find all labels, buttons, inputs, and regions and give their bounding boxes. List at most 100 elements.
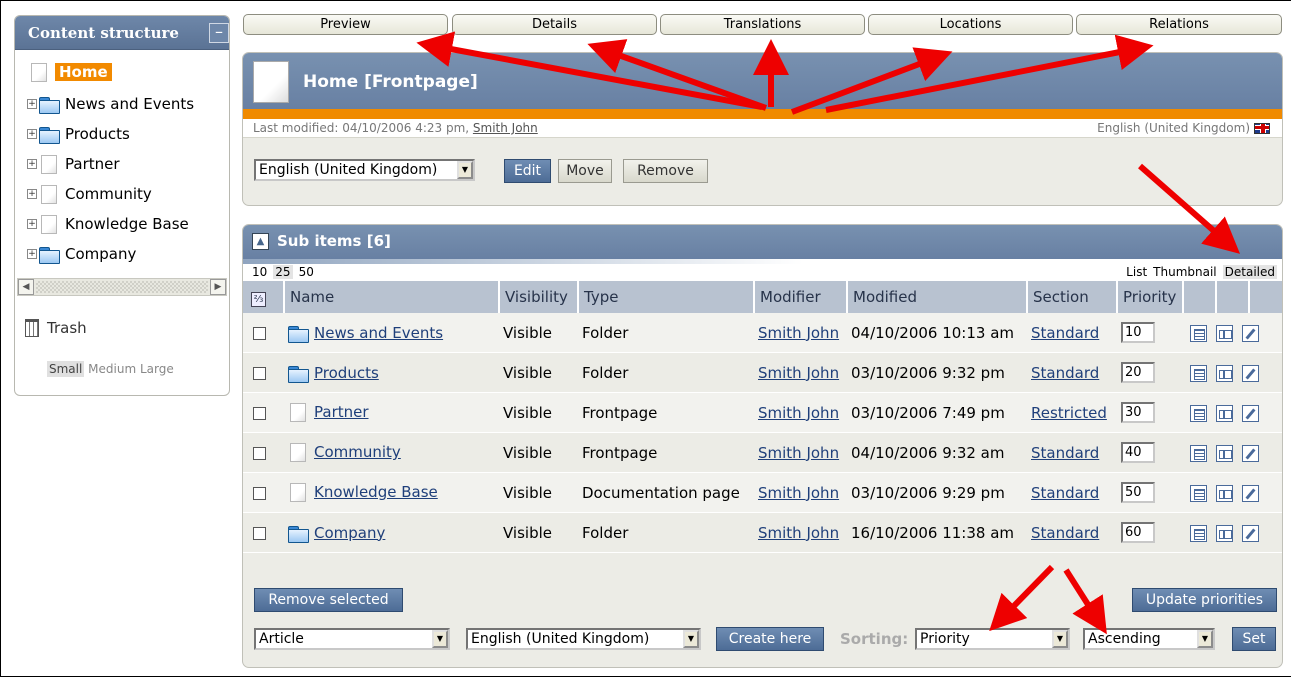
trash-link[interactable]: Trash [25,319,87,337]
tree-item-label[interactable]: Home [55,63,112,81]
edit-icon[interactable] [1242,524,1259,542]
tree-item-label[interactable]: Knowledge Base [65,215,189,233]
tree-item[interactable]: + Community [27,182,152,206]
chevron-down-icon[interactable]: ▼ [1052,630,1068,648]
section-link[interactable]: Standard [1031,324,1099,342]
section-link[interactable]: Restricted [1031,404,1107,422]
tree-item-label[interactable]: Company [65,245,136,263]
tree-item[interactable]: + Company [27,242,136,266]
move-icon[interactable] [1216,444,1233,462]
move-icon[interactable] [1216,524,1233,542]
row-select[interactable] [243,473,283,513]
priority-input[interactable]: 20 [1121,362,1155,383]
tab-translations[interactable]: Translations [660,14,865,35]
chevron-down-icon[interactable]: ▼ [457,161,473,179]
item-link[interactable]: Knowledge Base [314,483,438,501]
modifier-link[interactable]: Smith John [758,444,839,462]
tree-item[interactable]: + Products [27,122,130,146]
row-checkbox[interactable] [253,366,266,380]
expand-icon[interactable]: + [27,249,37,259]
chevron-down-icon[interactable]: ▼ [432,630,448,648]
move-icon[interactable] [1216,404,1233,422]
priority-input[interactable]: 30 [1121,402,1155,423]
copy-icon[interactable] [1190,324,1207,342]
edit-icon[interactable] [1242,324,1259,342]
size-large[interactable]: Large [140,362,174,376]
size-small[interactable]: Small [47,361,85,377]
tab-preview[interactable]: Preview [243,14,448,35]
collapse-button[interactable]: – [209,23,229,43]
tree-item-label[interactable]: Products [65,125,130,143]
move-icon[interactable] [1216,324,1233,342]
copy-icon[interactable] [1190,364,1207,382]
modifier-link[interactable]: Smith John [758,364,839,382]
tree-item[interactable]: + News and Events [27,92,194,116]
page-size-50[interactable]: 50 [299,265,314,279]
tree-item-label[interactable]: Partner [65,155,120,173]
row-select[interactable] [243,353,283,393]
section-link[interactable]: Standard [1031,444,1099,462]
row-checkbox[interactable] [253,446,266,460]
row-select[interactable] [243,513,283,553]
edit-icon[interactable] [1242,444,1259,462]
tree-item-label[interactable]: News and Events [65,95,194,113]
modifier-link[interactable]: Smith John [473,121,538,135]
item-link[interactable]: Community [314,443,401,461]
item-link[interactable]: Company [314,524,385,542]
move-icon[interactable] [1216,484,1233,502]
section-link[interactable]: Standard [1031,364,1099,382]
class-select[interactable]: Article ▼ [254,628,450,650]
section-link[interactable]: Standard [1031,484,1099,502]
edit-icon[interactable] [1242,484,1259,502]
copy-icon[interactable] [1190,484,1207,502]
item-link[interactable]: Products [314,364,379,382]
tab-locations[interactable]: Locations [868,14,1073,35]
section-link[interactable]: Standard [1031,524,1099,542]
expand-icon[interactable]: + [27,219,37,229]
scroll-track[interactable] [36,281,208,293]
scroll-left-icon[interactable]: ◀ [18,279,34,295]
modifier-link[interactable]: Smith John [758,484,839,502]
scroll-right-icon[interactable]: ▶ [210,279,226,295]
create-language-select[interactable]: English (United Kingdom) ▼ [466,628,701,650]
tab-details[interactable]: Details [452,14,657,35]
view-list[interactable]: List [1126,265,1147,279]
priority-input[interactable]: 10 [1121,322,1155,343]
move-icon[interactable] [1216,364,1233,382]
copy-icon[interactable] [1190,524,1207,542]
invert-selection-icon[interactable]: ⅔ [251,291,266,307]
item-link[interactable]: News and Events [314,324,443,342]
set-sorting-button[interactable]: Set [1232,627,1276,651]
sort-order-select[interactable]: Ascending ▼ [1083,628,1215,650]
tab-relations[interactable]: Relations [1076,14,1282,35]
edit-icon[interactable] [1242,364,1259,382]
priority-input[interactable]: 40 [1121,442,1155,463]
sort-field-select[interactable]: Priority ▼ [915,628,1070,650]
remove-selected-button[interactable]: Remove selected [254,588,403,612]
page-size-25[interactable]: 25 [273,265,293,279]
priority-input[interactable]: 60 [1121,522,1155,543]
row-checkbox[interactable] [253,326,266,340]
edit-button[interactable]: Edit [504,159,551,183]
view-detailed[interactable]: Detailed [1222,265,1277,279]
move-button[interactable]: Move [558,159,612,183]
trash-label[interactable]: Trash [47,319,87,337]
modifier-link[interactable]: Smith John [758,524,839,542]
row-checkbox[interactable] [253,486,266,500]
chevron-down-icon[interactable]: ▼ [683,630,699,648]
modifier-link[interactable]: Smith John [758,404,839,422]
horizontal-scrollbar[interactable]: ◀ ▶ [17,278,227,296]
col-toggle[interactable]: ⅔ [243,281,283,313]
tree-item[interactable]: + Knowledge Base [27,212,189,236]
item-link[interactable]: Partner [314,403,369,421]
page-size-10[interactable]: 10 [252,265,267,279]
edit-language-select[interactable]: English (United Kingdom) ▼ [254,159,475,181]
view-thumbnail[interactable]: Thumbnail [1153,265,1216,279]
create-here-button[interactable]: Create here [716,627,824,651]
size-medium[interactable]: Medium [88,362,136,376]
expand-icon[interactable]: + [27,129,37,139]
expand-icon[interactable]: + [27,189,37,199]
row-checkbox[interactable] [253,526,266,540]
remove-button[interactable]: Remove [623,159,708,183]
row-select[interactable] [243,313,283,353]
